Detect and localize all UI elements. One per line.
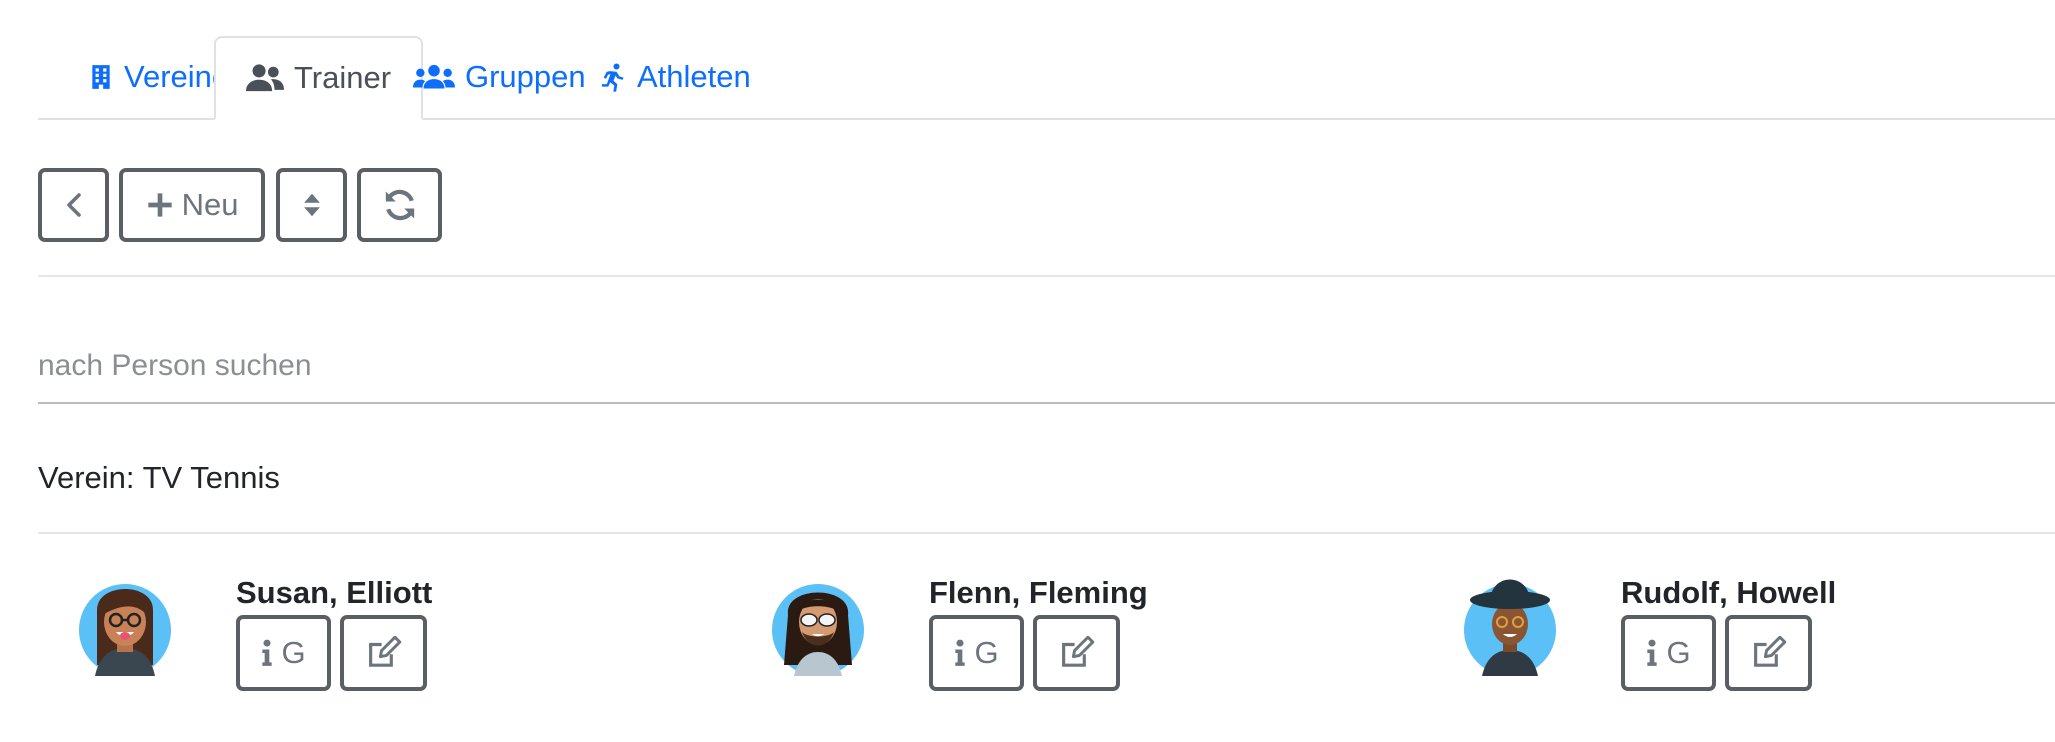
sort-icon [303,193,320,217]
info-icon [262,639,273,666]
info-icon [955,639,966,666]
edit-icon [1753,636,1786,667]
person-name: Susan, Elliott [236,575,433,610]
chevron-left-icon [66,193,81,217]
info-button-label: G [974,635,999,670]
back-button[interactable] [38,168,109,242]
refresh-button[interactable] [357,168,442,242]
new-button[interactable]: Neu [119,168,265,242]
edit-button[interactable] [1725,615,1812,691]
divider [38,275,2055,277]
plus-icon [147,193,172,217]
user-group-icon [246,64,284,92]
sort-button[interactable] [276,168,347,242]
person-card: Rudolf, Howell G [1423,565,2023,695]
edit-button[interactable] [1033,615,1120,691]
tab-label: Athleten [637,59,751,94]
edit-icon [1061,636,1094,667]
nav-tabs: Vereine Trainer Gruppen Athleten [38,0,2055,120]
new-button-label: Neu [181,187,239,222]
running-icon [601,63,624,92]
avatar [79,584,171,676]
person-name: Rudolf, Howell [1621,575,1837,610]
avatar [1464,579,1556,676]
avatar [772,584,864,676]
info-button[interactable]: G [236,615,331,691]
info-button[interactable]: G [929,615,1024,691]
info-icon [1647,639,1658,666]
refresh-icon [385,189,414,221]
tab-label: Trainer [294,60,392,95]
edit-icon [368,636,401,667]
divider [38,532,2055,534]
info-button-label: G [1666,635,1691,670]
search-input[interactable] [38,330,2055,404]
person-card: Susan, Elliott G [38,565,638,695]
info-button-label: G [281,635,306,670]
edit-button[interactable] [340,615,427,691]
tab-athleten[interactable]: Athleten [569,36,781,118]
building-icon [92,65,110,89]
person-card: Flenn, Fleming G [731,565,1331,695]
verein-label: Verein: TV Tennis [38,460,280,495]
tab-label: Gruppen [465,59,586,94]
info-button[interactable]: G [1621,615,1716,691]
person-name: Flenn, Fleming [929,575,1148,610]
users-icon [413,64,455,89]
